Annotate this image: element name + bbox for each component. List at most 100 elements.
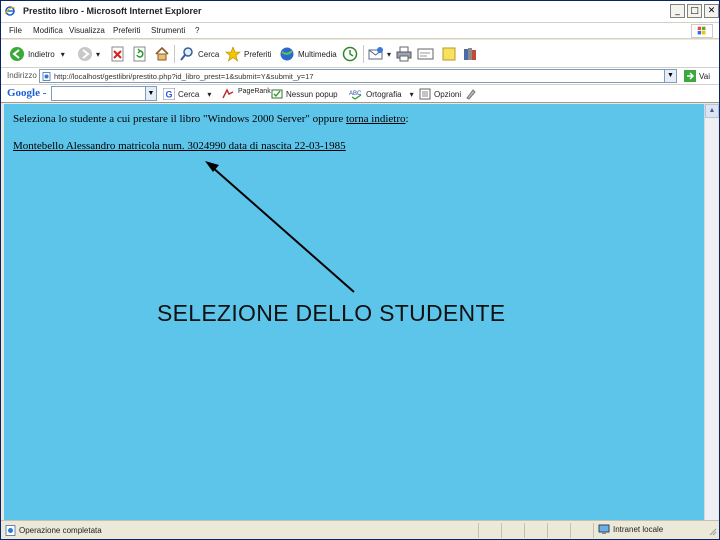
google-toolbar: Google - ▼ G Cerca ▾ PageRank Nessun pop…: [1, 85, 719, 103]
forward-button[interactable]: ▾: [77, 45, 100, 63]
window-title: Prestito libro - Microsoft Internet Expl…: [23, 6, 202, 16]
resize-grip-icon[interactable]: [707, 526, 717, 536]
go-arrow-icon: [684, 70, 696, 82]
pagerank-indicator[interactable]: PageRank: [221, 88, 271, 100]
stop-icon: [111, 46, 124, 62]
multimedia-label: Multimedia: [298, 49, 337, 59]
go-button[interactable]: Vai: [684, 70, 710, 82]
spellcheck-icon: ABC: [349, 91, 362, 100]
print-button[interactable]: [396, 45, 412, 63]
google-search-dropdown-icon[interactable]: ▾: [207, 90, 211, 99]
toolbar-separator: [174, 45, 175, 63]
google-logo-text: Google -: [7, 87, 47, 99]
mail-button[interactable]: ▾: [368, 45, 391, 63]
pagerank-icon: [222, 88, 234, 99]
mail-dropdown-icon[interactable]: ▾: [387, 50, 391, 59]
edit-button[interactable]: [417, 45, 435, 63]
scroll-up-icon[interactable]: ▲: [705, 104, 719, 118]
browser-window: Prestito libro - Microsoft Internet Expl…: [0, 0, 720, 540]
favorites-button[interactable]: Preferiti: [225, 45, 272, 63]
popup-blocker-button[interactable]: Nessun popup: [271, 88, 338, 100]
history-button[interactable]: [342, 45, 358, 63]
status-pane-divider: [593, 523, 594, 538]
menu-file[interactable]: File: [9, 26, 22, 35]
options-button[interactable]: Opzioni: [419, 88, 461, 100]
spelling-dropdown-icon[interactable]: ▾: [410, 90, 414, 99]
refresh-button[interactable]: [133, 45, 147, 63]
student-link[interactable]: Montebello Alessandro matricola num. 302…: [13, 140, 346, 152]
google-search-button[interactable]: G Cerca ▾: [163, 88, 211, 100]
google-search-dropdown-icon[interactable]: ▼: [145, 87, 156, 100]
home-icon: [155, 46, 169, 61]
status-pane-divider: [524, 523, 525, 538]
status-pane-divider: [570, 523, 571, 538]
favorites-label: Preferiti: [244, 49, 272, 59]
highlight-button[interactable]: [465, 88, 477, 100]
options-icon: [419, 88, 431, 100]
address-label: Indirizzo: [7, 71, 37, 80]
annotation-label: SELEZIONE DELLO STUDENTE: [157, 300, 506, 326]
menu-visualizza[interactable]: Visualizza: [69, 26, 105, 35]
edit-page-icon: [417, 48, 434, 60]
google-search-input[interactable]: ▼: [51, 86, 157, 101]
spelling-button[interactable]: ABC Ortografia ▾: [349, 88, 414, 100]
address-bar: Indirizzo http://localhost/gestlibri/pre…: [1, 68, 719, 85]
menu-bar: File Modifica Visualizza Preferiti Strum…: [1, 23, 719, 39]
selection-instruction: Seleziona lo studente a cui prestare il …: [13, 113, 409, 125]
status-pane-divider: [547, 523, 548, 538]
menu-preferiti[interactable]: Preferiti: [113, 26, 141, 35]
google-search-label: Cerca: [178, 89, 200, 99]
note-icon: [442, 47, 456, 61]
options-label: Opzioni: [434, 89, 462, 99]
home-button[interactable]: [154, 45, 170, 63]
back-link[interactable]: torna indietro: [346, 113, 406, 125]
google-logo[interactable]: Google -: [7, 87, 46, 99]
address-dropdown-icon[interactable]: ▼: [664, 70, 676, 82]
address-input[interactable]: http://localhost/gestlibri/prestito.php?…: [39, 69, 677, 83]
status-pane-divider: [501, 523, 502, 538]
google-g-icon: G: [163, 88, 175, 100]
maximize-button[interactable]: □: [687, 4, 702, 18]
close-button[interactable]: ✕: [704, 4, 719, 18]
security-zone[interactable]: Intranet locale: [598, 524, 663, 535]
instruction-colon: :: [405, 113, 409, 125]
search-label: Cerca: [198, 49, 220, 59]
search-button[interactable]: Cerca: [179, 45, 219, 63]
back-label: Indietro: [28, 49, 55, 59]
go-label: Vai: [699, 71, 710, 81]
instruction-text: Seleziona lo studente a cui prestare il …: [13, 113, 346, 125]
page-done-icon: [5, 525, 16, 536]
status-text: Operazione completata: [19, 526, 102, 535]
stop-button[interactable]: [111, 45, 125, 63]
popup-blocker-label: Nessun popup: [286, 89, 338, 99]
books-icon: [464, 48, 476, 60]
svg-text:G: G: [166, 90, 173, 100]
multimedia-button[interactable]: Multimedia: [279, 45, 337, 63]
back-dropdown-icon[interactable]: ▾: [61, 50, 65, 59]
forward-arrow-icon: [78, 47, 92, 61]
research-button[interactable]: [462, 45, 478, 63]
toolbar-separator: [363, 45, 364, 63]
menu-strumenti[interactable]: Strumenti: [151, 26, 185, 35]
media-globe-icon: [280, 47, 294, 61]
pagerank-label: PageRank: [238, 87, 271, 95]
status-pane-divider: [478, 523, 479, 538]
printer-icon: [396, 46, 412, 62]
vertical-scrollbar[interactable]: ▲: [704, 104, 719, 520]
intranet-computer-icon: [598, 524, 610, 534]
security-zone-label: Intranet locale: [613, 525, 664, 534]
menu-help[interactable]: ?: [195, 26, 199, 35]
back-button[interactable]: Indietro ▾: [9, 45, 65, 63]
windows-flag-icon: [691, 24, 713, 38]
star-icon: [225, 46, 241, 62]
refresh-icon: [133, 46, 146, 62]
status-bar: Operazione completata Intranet locale: [1, 520, 719, 539]
forward-dropdown-icon[interactable]: ▾: [96, 50, 100, 59]
discuss-button[interactable]: [441, 45, 457, 63]
back-arrow-icon: [10, 47, 24, 61]
page-icon: [42, 72, 51, 81]
menu-modifica[interactable]: Modifica: [33, 26, 63, 35]
internet-explorer-icon: [4, 6, 16, 16]
minimize-button[interactable]: _: [670, 4, 685, 18]
standard-toolbar: Indietro ▾ ▾ Cerca Preferiti Multimedia …: [1, 40, 719, 68]
